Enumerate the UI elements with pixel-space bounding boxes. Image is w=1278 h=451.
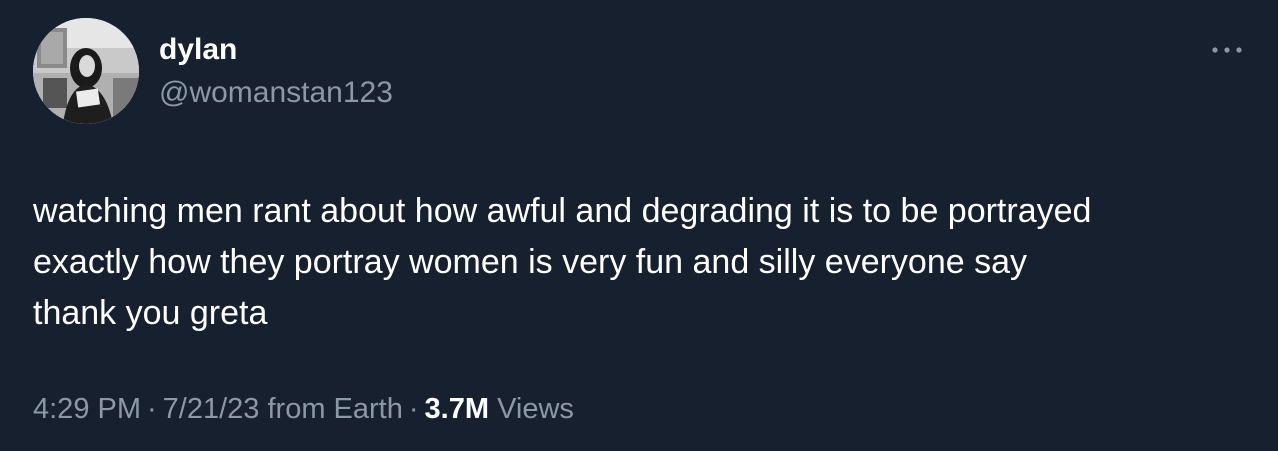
views-label[interactable]: Views <box>497 393 574 425</box>
meta-separator: · <box>147 393 157 425</box>
avatar[interactable] <box>33 18 139 124</box>
tweet-meta: 4:29 PM · 7/21/23 from Earth · 3.7M Views <box>33 392 574 426</box>
display-name[interactable]: dylan <box>159 33 237 67</box>
meta-separator: · <box>408 393 419 425</box>
tweet-text: watching men rant about how awful and de… <box>33 192 1092 332</box>
tweet-source: from Earth <box>267 393 403 425</box>
more-options-icon[interactable] <box>1210 41 1244 59</box>
views-count[interactable]: 3.7M <box>425 393 489 425</box>
avatar-image <box>33 18 139 124</box>
tweet-card: dylan @womanstan123 watching men rant ab… <box>0 0 1278 451</box>
user-handle[interactable]: @womanstan123 <box>159 76 393 110</box>
tweet-date[interactable]: 7/21/23 <box>163 393 260 425</box>
tweet-time[interactable]: 4:29 PM <box>33 393 141 425</box>
